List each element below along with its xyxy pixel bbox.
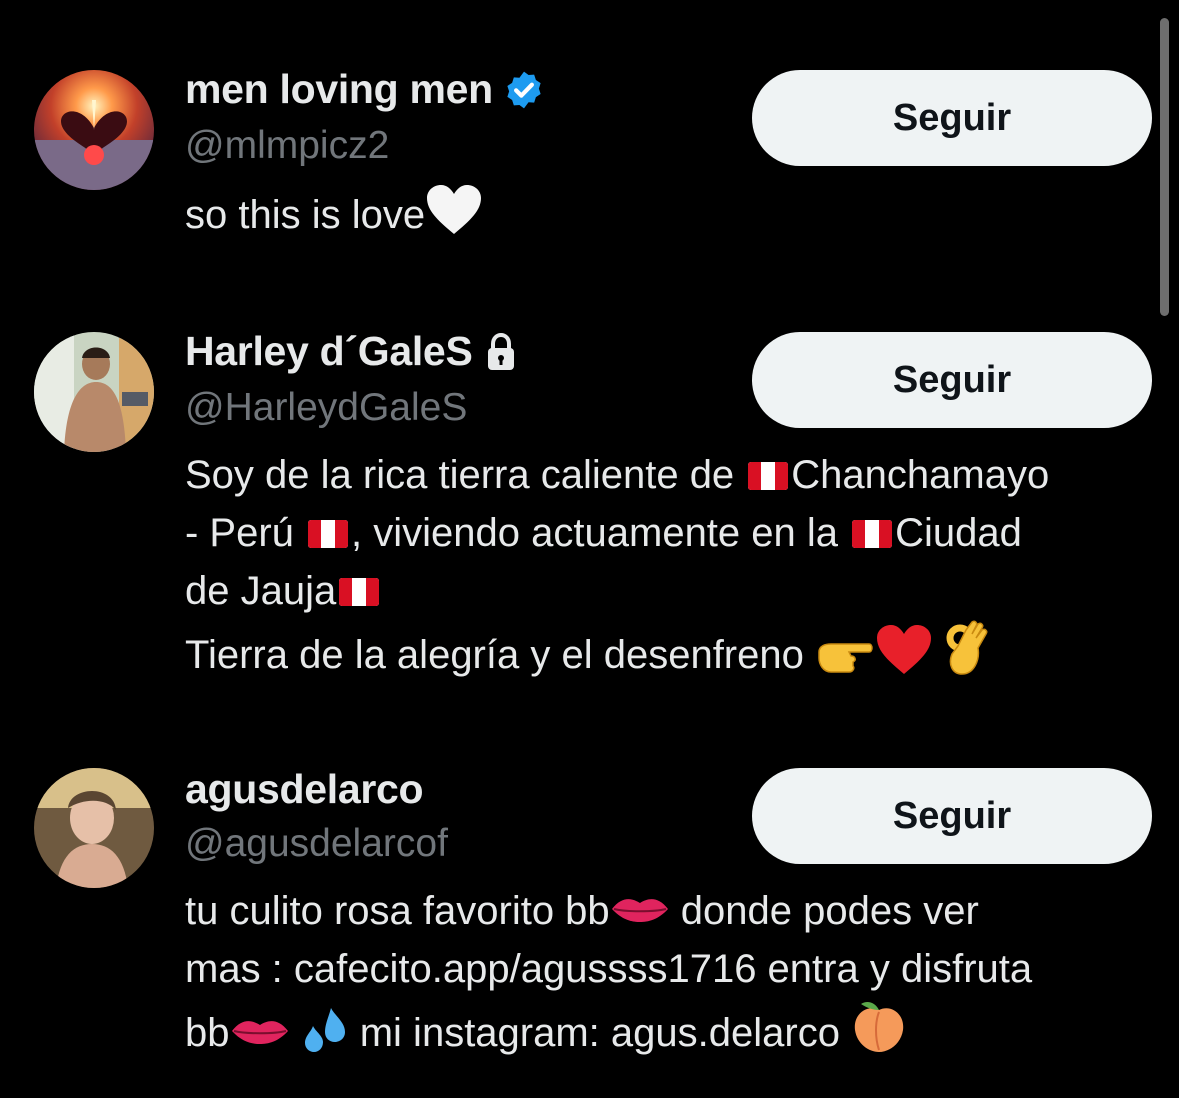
- user-cell[interactable]: men loving men @mlmpicz2 so this is love…: [0, 66, 1179, 260]
- display-name[interactable]: Harley d´GaleS: [185, 328, 473, 375]
- verified-badge-icon: [503, 69, 545, 111]
- scrollbar[interactable]: [1160, 18, 1169, 316]
- peach-icon: [851, 998, 907, 1070]
- lips-icon: [230, 1016, 290, 1046]
- bio-text: de Jauja: [185, 569, 337, 613]
- bio-text: so this is love: [185, 193, 426, 237]
- follow-button[interactable]: Seguir: [752, 70, 1152, 166]
- avatar[interactable]: [34, 332, 154, 452]
- peru-flag-icon: [748, 462, 788, 490]
- white-heart-icon: [425, 184, 483, 252]
- bio-text: Chanchamayo: [791, 453, 1050, 497]
- bio-text: Ciudad: [895, 511, 1022, 555]
- user-bio: Soy de la rica tierra caliente de Chanch…: [185, 446, 1160, 692]
- who-to-follow-list: men loving men @mlmpicz2 so this is love…: [0, 0, 1179, 1098]
- lips-icon: [610, 894, 670, 924]
- avatar[interactable]: [34, 768, 154, 888]
- bio-text: , viviendo actuamente en la: [351, 511, 850, 555]
- display-name-row[interactable]: agusdelarco: [185, 766, 424, 813]
- user-cell[interactable]: agusdelarco @agusdelarcof tu culito rosa…: [0, 766, 1179, 1070]
- display-name-row[interactable]: men loving men: [185, 66, 545, 113]
- backhand-index-pointing-right-icon: [815, 632, 875, 692]
- bio-text: mi instagram: agus.delarco: [348, 1011, 852, 1055]
- peru-flag-icon: [308, 520, 348, 548]
- bio-text: - Perú: [185, 511, 306, 555]
- red-heart-icon: [875, 624, 933, 692]
- bio-text: bb: [185, 1011, 230, 1055]
- ok-hand-icon: [944, 620, 992, 692]
- bio-text: mas : cafecito.app/agussss1716 entra y d…: [185, 947, 1033, 991]
- lock-icon: [483, 332, 519, 372]
- bio-text: Tierra de la alegría y el desenfreno: [185, 633, 815, 677]
- bio-text: Soy de la rica tierra caliente de: [185, 453, 746, 497]
- bio-text: tu culito rosa favorito bb: [185, 889, 610, 933]
- bio-text: donde podes ver: [669, 889, 979, 933]
- user-handle: @agusdelarcof: [185, 822, 448, 865]
- display-name-row[interactable]: Harley d´GaleS: [185, 328, 519, 375]
- user-cell[interactable]: Harley d´GaleS @HarleydGaleS Soy de la r…: [0, 328, 1179, 692]
- user-handle: @HarleydGaleS: [185, 386, 468, 429]
- user-bio: so this is love: [185, 184, 1160, 252]
- follow-button[interactable]: Seguir: [752, 332, 1152, 428]
- follow-button[interactable]: Seguir: [752, 768, 1152, 864]
- avatar[interactable]: [34, 70, 154, 190]
- display-name[interactable]: agusdelarco: [185, 766, 424, 813]
- user-handle: @mlmpicz2: [185, 124, 390, 167]
- peru-flag-icon: [852, 520, 892, 548]
- peru-flag-icon: [339, 578, 379, 606]
- user-bio: tu culito rosa favorito bb donde podes v…: [185, 882, 1160, 1070]
- sweat-droplets-icon: [301, 1006, 349, 1070]
- display-name[interactable]: men loving men: [185, 66, 493, 113]
